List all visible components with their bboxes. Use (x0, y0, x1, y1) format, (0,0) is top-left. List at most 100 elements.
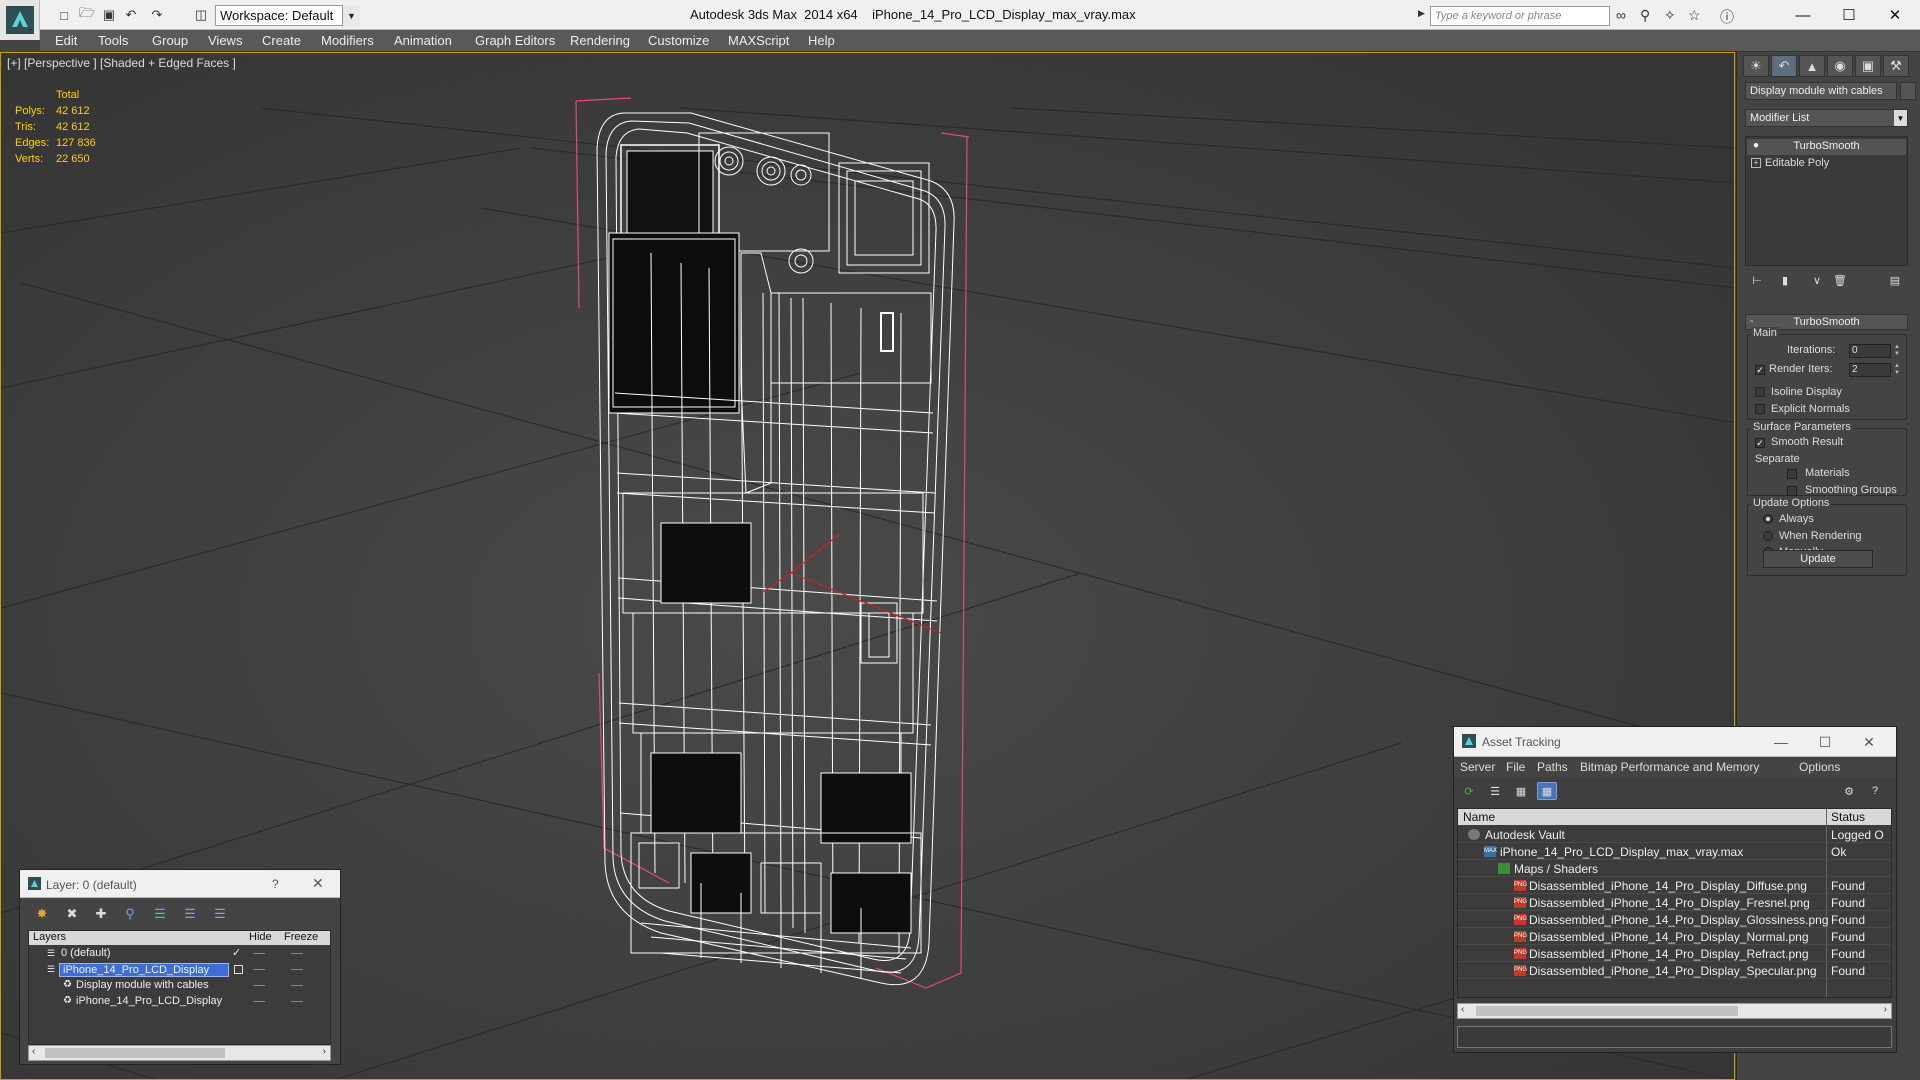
table-row[interactable]: PNG Disassembled_iPhone_14_Pro_Display_G… (1458, 911, 1891, 928)
freeze-toggle[interactable] (291, 969, 303, 970)
column-status[interactable]: Status (1831, 810, 1865, 824)
vault-connect-icon[interactable]: ⚙ (1839, 782, 1859, 800)
column-layers[interactable]: Layers (33, 931, 66, 943)
render-iters-checkbox[interactable]: ✓ (1755, 365, 1765, 375)
layer-row[interactable]: ♻ Display module with cables (29, 978, 330, 994)
scroll-left-icon[interactable]: ‹ (32, 1046, 35, 1057)
spinner-arrows-icon[interactable]: ▲ ▼ (1893, 344, 1901, 358)
horizontal-scrollbar[interactable]: ‹ › (1457, 1003, 1892, 1019)
hide-all-icon[interactable]: ☰ (180, 905, 200, 923)
menu-animation[interactable]: Animation (394, 33, 452, 48)
remove-modifier-icon[interactable]: 🗑 (1830, 271, 1850, 289)
menu-views[interactable]: Views (208, 33, 242, 48)
workspace-dropdown[interactable]: Workspace: Default (215, 5, 360, 26)
menu-paths[interactable]: Paths (1537, 760, 1568, 774)
column-hide[interactable]: Hide (249, 931, 272, 943)
project-icon[interactable]: ◫ (192, 6, 210, 24)
scrollbar-thumb[interactable] (45, 1048, 225, 1058)
create-tab-icon[interactable]: ☀ (1743, 55, 1769, 77)
stack-item-turbosmooth[interactable]: ● TurboSmooth (1747, 139, 1906, 155)
new-file-icon[interactable]: □ (55, 6, 73, 24)
table-view-icon[interactable]: ▦ (1511, 782, 1531, 800)
asset-path-field[interactable] (1457, 1026, 1892, 1048)
refresh-icon[interactable]: ⟳ (1459, 782, 1479, 800)
chevron-down-icon[interactable]: ▼ (342, 5, 360, 26)
utilities-tab-icon[interactable]: ⚒ (1883, 55, 1909, 77)
menu-maxscript[interactable]: MAXScript (728, 33, 789, 48)
table-row[interactable]: PNG Disassembled_iPhone_14_Pro_Display_R… (1458, 945, 1891, 962)
freeze-toggle[interactable] (291, 1001, 303, 1002)
when-rendering-radio[interactable] (1763, 531, 1773, 541)
display-tab-icon[interactable]: ▣ (1855, 55, 1881, 77)
chevron-down-icon[interactable]: ▼ (1894, 110, 1907, 126)
create-layer-icon[interactable]: ✸ (32, 905, 52, 923)
current-layer-box-icon[interactable] (234, 965, 243, 974)
open-icon[interactable]: 🗁 (78, 5, 96, 24)
help-icon[interactable]: ⓘ (1720, 7, 1734, 27)
smooth-result-checkbox[interactable]: ✓ (1755, 438, 1765, 448)
search-expand-icon[interactable]: ▶ (1418, 8, 1425, 19)
menu-rendering[interactable]: Rendering (570, 33, 630, 48)
explicit-normals-checkbox[interactable] (1755, 404, 1765, 414)
table-row[interactable]: Autodesk Vault Logged O (1458, 826, 1891, 843)
scroll-right-icon[interactable]: › (1884, 1004, 1887, 1015)
menu-modifiers[interactable]: Modifiers (321, 33, 374, 48)
menu-options[interactable]: Options (1799, 760, 1840, 774)
table-row[interactable]: Maps / Shaders (1458, 860, 1891, 877)
grid-view-icon[interactable]: ▦ (1537, 782, 1557, 800)
asset-tracking-titlebar[interactable]: Asset Tracking — ☐ ✕ (1454, 727, 1896, 757)
help-icon[interactable]: ? (272, 877, 279, 891)
table-row[interactable]: PNG Disassembled_iPhone_14_Pro_Display_F… (1458, 894, 1891, 911)
menu-create[interactable]: Create (262, 33, 301, 48)
motion-tab-icon[interactable]: ◉ (1827, 55, 1853, 77)
iterations-spinner[interactable]: 0 (1849, 344, 1891, 358)
menu-bitmap-performance[interactable]: Bitmap Performance and Memory (1580, 760, 1759, 774)
hide-toggle[interactable] (253, 969, 265, 970)
hide-toggle[interactable] (253, 953, 265, 954)
menu-server[interactable]: Server (1460, 760, 1495, 774)
scroll-left-icon[interactable]: ‹ (1461, 1004, 1464, 1015)
maximize-icon[interactable]: ☐ (1812, 732, 1838, 752)
list-view-icon[interactable]: ☰ (1485, 782, 1505, 800)
current-layer-check-icon[interactable]: ✓ (232, 946, 241, 959)
make-unique-icon[interactable]: ∨ (1807, 271, 1827, 289)
viewport-label[interactable]: [+] [Perspective ] [Shaded + Edged Faces… (7, 56, 236, 70)
render-iters-spinner[interactable]: 2 (1849, 363, 1891, 377)
stack-item-editable-poly[interactable]: + Editable Poly (1747, 156, 1906, 172)
menu-tools[interactable]: Tools (98, 33, 128, 48)
help-icon[interactable]: ? (1865, 782, 1885, 800)
scrollbar-thumb[interactable] (1476, 1006, 1738, 1016)
table-row[interactable]: PNG Disassembled_iPhone_14_Pro_Display_D… (1458, 877, 1891, 894)
menu-graph-editors[interactable]: Graph Editors (475, 33, 555, 48)
table-row[interactable]: PNG Disassembled_iPhone_14_Pro_Display_N… (1458, 928, 1891, 945)
freeze-toggle[interactable] (291, 953, 303, 954)
plus-box-icon[interactable]: + (1751, 158, 1761, 168)
show-end-result-icon[interactable]: ▮ (1775, 271, 1795, 289)
hide-toggle[interactable] (253, 1001, 265, 1002)
binoculars-icon[interactable]: ∞ (1616, 7, 1626, 23)
layer-row[interactable]: ☰ iPhone_14_Pro_LCD_Display (29, 962, 330, 978)
search-input[interactable]: Type a keyword or phrase (1430, 6, 1610, 26)
pin-stack-icon[interactable]: ⊢ (1747, 271, 1767, 289)
app-logo[interactable] (0, 0, 40, 40)
maximize-icon[interactable]: ☐ (1826, 2, 1872, 28)
save-icon[interactable]: ▣ (100, 6, 118, 24)
communication-icon[interactable]: ✧ (1664, 7, 1676, 24)
minimize-icon[interactable]: — (1768, 732, 1794, 752)
always-radio[interactable] (1763, 514, 1773, 524)
layer-row[interactable]: ♻ iPhone_14_Pro_LCD_Display (29, 994, 330, 1010)
undo-icon[interactable]: ↶ (122, 6, 140, 24)
modify-tab-icon[interactable]: ↶ (1771, 55, 1797, 77)
configure-sets-icon[interactable]: ▤ (1885, 271, 1905, 289)
update-button[interactable]: Update (1763, 550, 1873, 568)
close-icon[interactable]: ✕ (1856, 732, 1882, 752)
select-objects-icon[interactable]: ⚲ (120, 905, 140, 923)
highlight-layer-icon[interactable]: ☰ (150, 905, 170, 923)
menu-customize[interactable]: Customize (648, 33, 709, 48)
close-icon[interactable]: ✕ (1872, 2, 1918, 28)
table-row[interactable]: MAX iPhone_14_Pro_LCD_Display_max_vray.m… (1458, 843, 1891, 860)
favorites-icon[interactable]: ☆ (1688, 7, 1701, 24)
column-freeze[interactable]: Freeze (284, 931, 318, 943)
object-color-swatch[interactable] (1900, 82, 1916, 100)
menu-file[interactable]: File (1506, 760, 1525, 774)
